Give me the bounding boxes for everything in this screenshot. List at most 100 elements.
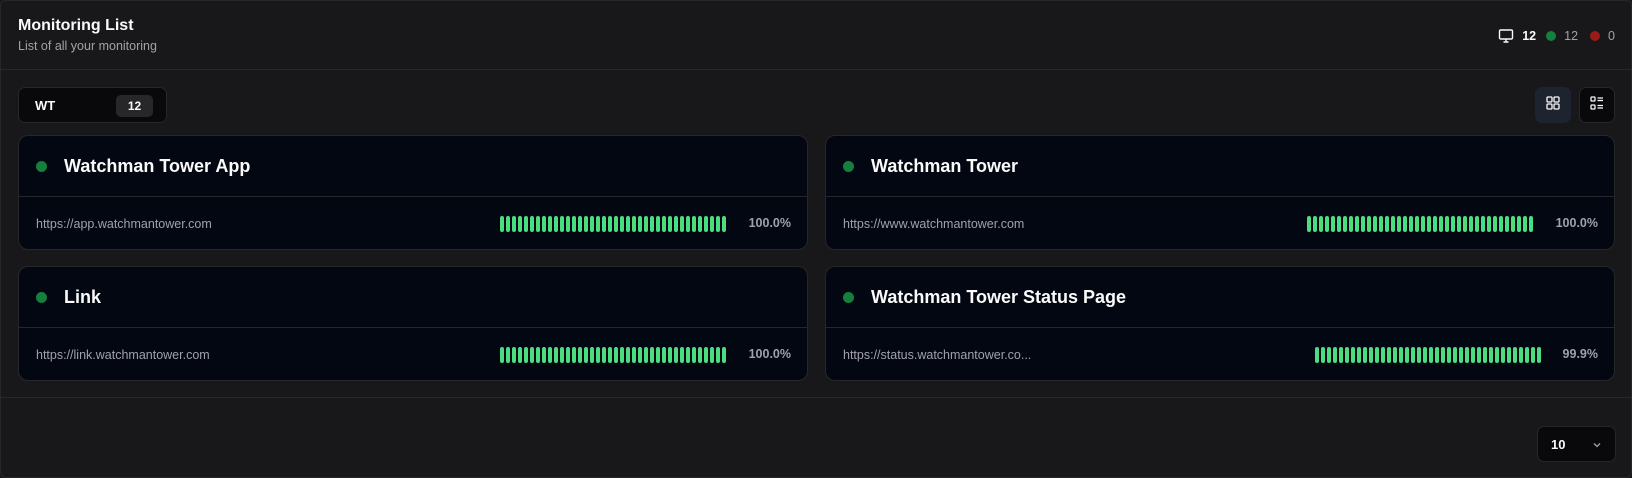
card-divider bbox=[19, 196, 807, 197]
monitor-url[interactable]: https://www.watchmantower.com bbox=[843, 217, 1024, 231]
uptime-bar bbox=[542, 347, 546, 363]
uptime-bar bbox=[680, 216, 684, 232]
uptime-bar bbox=[1483, 347, 1487, 363]
uptime-bar bbox=[572, 347, 576, 363]
uptime-bar bbox=[1397, 216, 1401, 232]
uptime-bar bbox=[638, 216, 642, 232]
uptime-bar bbox=[1369, 347, 1373, 363]
uptime-bar bbox=[506, 216, 510, 232]
up-status-dot bbox=[1546, 31, 1557, 41]
uptime-bar bbox=[560, 216, 564, 232]
uptime-bar bbox=[1343, 216, 1347, 232]
uptime-bar bbox=[554, 216, 558, 232]
uptime-bar bbox=[1391, 216, 1395, 232]
uptime-bar bbox=[566, 216, 570, 232]
uptime-bar bbox=[1393, 347, 1397, 363]
monitor-url[interactable]: https://link.watchmantower.com bbox=[36, 348, 210, 362]
uptime-bar bbox=[1387, 347, 1391, 363]
monitor-card[interactable]: Watchman Tower Status Page https://statu… bbox=[825, 266, 1615, 381]
chevron-down-icon bbox=[1591, 438, 1603, 450]
uptime-bar bbox=[638, 347, 642, 363]
monitor-url[interactable]: https://status.watchmantower.co... bbox=[843, 348, 1031, 362]
uptime-bar bbox=[656, 347, 660, 363]
uptime-bar bbox=[1457, 216, 1461, 232]
uptime-bar bbox=[1489, 347, 1493, 363]
uptime-bar bbox=[1445, 216, 1449, 232]
uptime-bar bbox=[710, 216, 714, 232]
uptime-bars bbox=[500, 216, 726, 232]
uptime-bar bbox=[602, 216, 606, 232]
uptime-bar bbox=[536, 347, 540, 363]
group-filter-wt[interactable]: WT 12 bbox=[18, 87, 167, 123]
uptime-bar bbox=[1505, 216, 1509, 232]
uptime-bar bbox=[1475, 216, 1479, 232]
uptime-bar bbox=[1337, 216, 1341, 232]
uptime-bar bbox=[572, 216, 576, 232]
uptime-bar bbox=[608, 347, 612, 363]
uptime-bar bbox=[1537, 347, 1541, 363]
uptime-bar bbox=[518, 347, 522, 363]
uptime-bar bbox=[1403, 216, 1407, 232]
uptime-bar bbox=[1307, 216, 1311, 232]
uptime-bar bbox=[722, 347, 726, 363]
uptime-bar bbox=[548, 347, 552, 363]
grid-view-button[interactable] bbox=[1535, 87, 1571, 123]
uptime-bar bbox=[1481, 216, 1485, 232]
uptime-bar bbox=[1355, 216, 1359, 232]
status-dot bbox=[36, 161, 47, 172]
page-size-select[interactable]: 10 bbox=[1537, 426, 1616, 462]
uptime-bar bbox=[524, 216, 528, 232]
uptime-bar bbox=[1367, 216, 1371, 232]
uptime-bar bbox=[1507, 347, 1511, 363]
uptime-bar bbox=[722, 216, 726, 232]
card-divider bbox=[826, 196, 1614, 197]
uptime-bar bbox=[1433, 216, 1437, 232]
total-count: 12 bbox=[1522, 29, 1537, 43]
uptime-bar bbox=[662, 216, 666, 232]
uptime-bar bbox=[602, 347, 606, 363]
uptime-bar bbox=[500, 216, 504, 232]
page-subtitle: List of all your monitoring bbox=[18, 39, 157, 53]
status-dot bbox=[843, 161, 854, 172]
uptime-bar bbox=[704, 347, 708, 363]
uptime-percent: 99.9% bbox=[1562, 347, 1598, 361]
uptime-bar bbox=[1525, 347, 1529, 363]
monitor-name: Watchman Tower Status Page bbox=[871, 287, 1127, 307]
uptime-bar bbox=[1315, 347, 1319, 363]
uptime-bar bbox=[1345, 347, 1349, 363]
uptime-bar bbox=[1399, 347, 1403, 363]
monitor-card[interactable]: Link https://link.watchmantower.com 100.… bbox=[18, 266, 808, 381]
uptime-bar bbox=[668, 347, 672, 363]
list-view-button[interactable] bbox=[1579, 87, 1615, 123]
uptime-bar bbox=[542, 216, 546, 232]
uptime-bar bbox=[1385, 216, 1389, 232]
uptime-bar bbox=[518, 216, 522, 232]
uptime-bar bbox=[1361, 216, 1365, 232]
uptime-bar bbox=[506, 347, 510, 363]
uptime-bar bbox=[1327, 347, 1331, 363]
uptime-bar bbox=[1453, 347, 1457, 363]
page-size-value: 10 bbox=[1551, 437, 1566, 452]
monitor-card[interactable]: Watchman Tower https://www.watchmantower… bbox=[825, 135, 1615, 250]
monitor-url[interactable]: https://app.watchmantower.com bbox=[36, 217, 212, 231]
page-header: Monitoring List List of all your monitor… bbox=[1, 1, 1631, 70]
uptime-bar bbox=[1517, 216, 1521, 232]
page-title: Monitoring List bbox=[18, 17, 134, 34]
monitor-name: Watchman Tower bbox=[871, 156, 1019, 176]
uptime-bar bbox=[1357, 347, 1361, 363]
uptime-bar bbox=[692, 216, 696, 232]
uptime-bar bbox=[716, 216, 720, 232]
uptime-bar bbox=[530, 216, 534, 232]
uptime-bar bbox=[656, 216, 660, 232]
uptime-bar bbox=[1411, 347, 1415, 363]
footer-divider bbox=[1, 397, 1631, 398]
card-divider bbox=[826, 327, 1614, 328]
uptime-bar bbox=[560, 347, 564, 363]
uptime-bar bbox=[1441, 347, 1445, 363]
uptime-bar bbox=[626, 347, 630, 363]
uptime-bar bbox=[500, 347, 504, 363]
monitor-card[interactable]: Watchman Tower App https://app.watchmant… bbox=[18, 135, 808, 250]
uptime-bar bbox=[1423, 347, 1427, 363]
uptime-bar bbox=[590, 347, 594, 363]
uptime-bar bbox=[1333, 347, 1337, 363]
